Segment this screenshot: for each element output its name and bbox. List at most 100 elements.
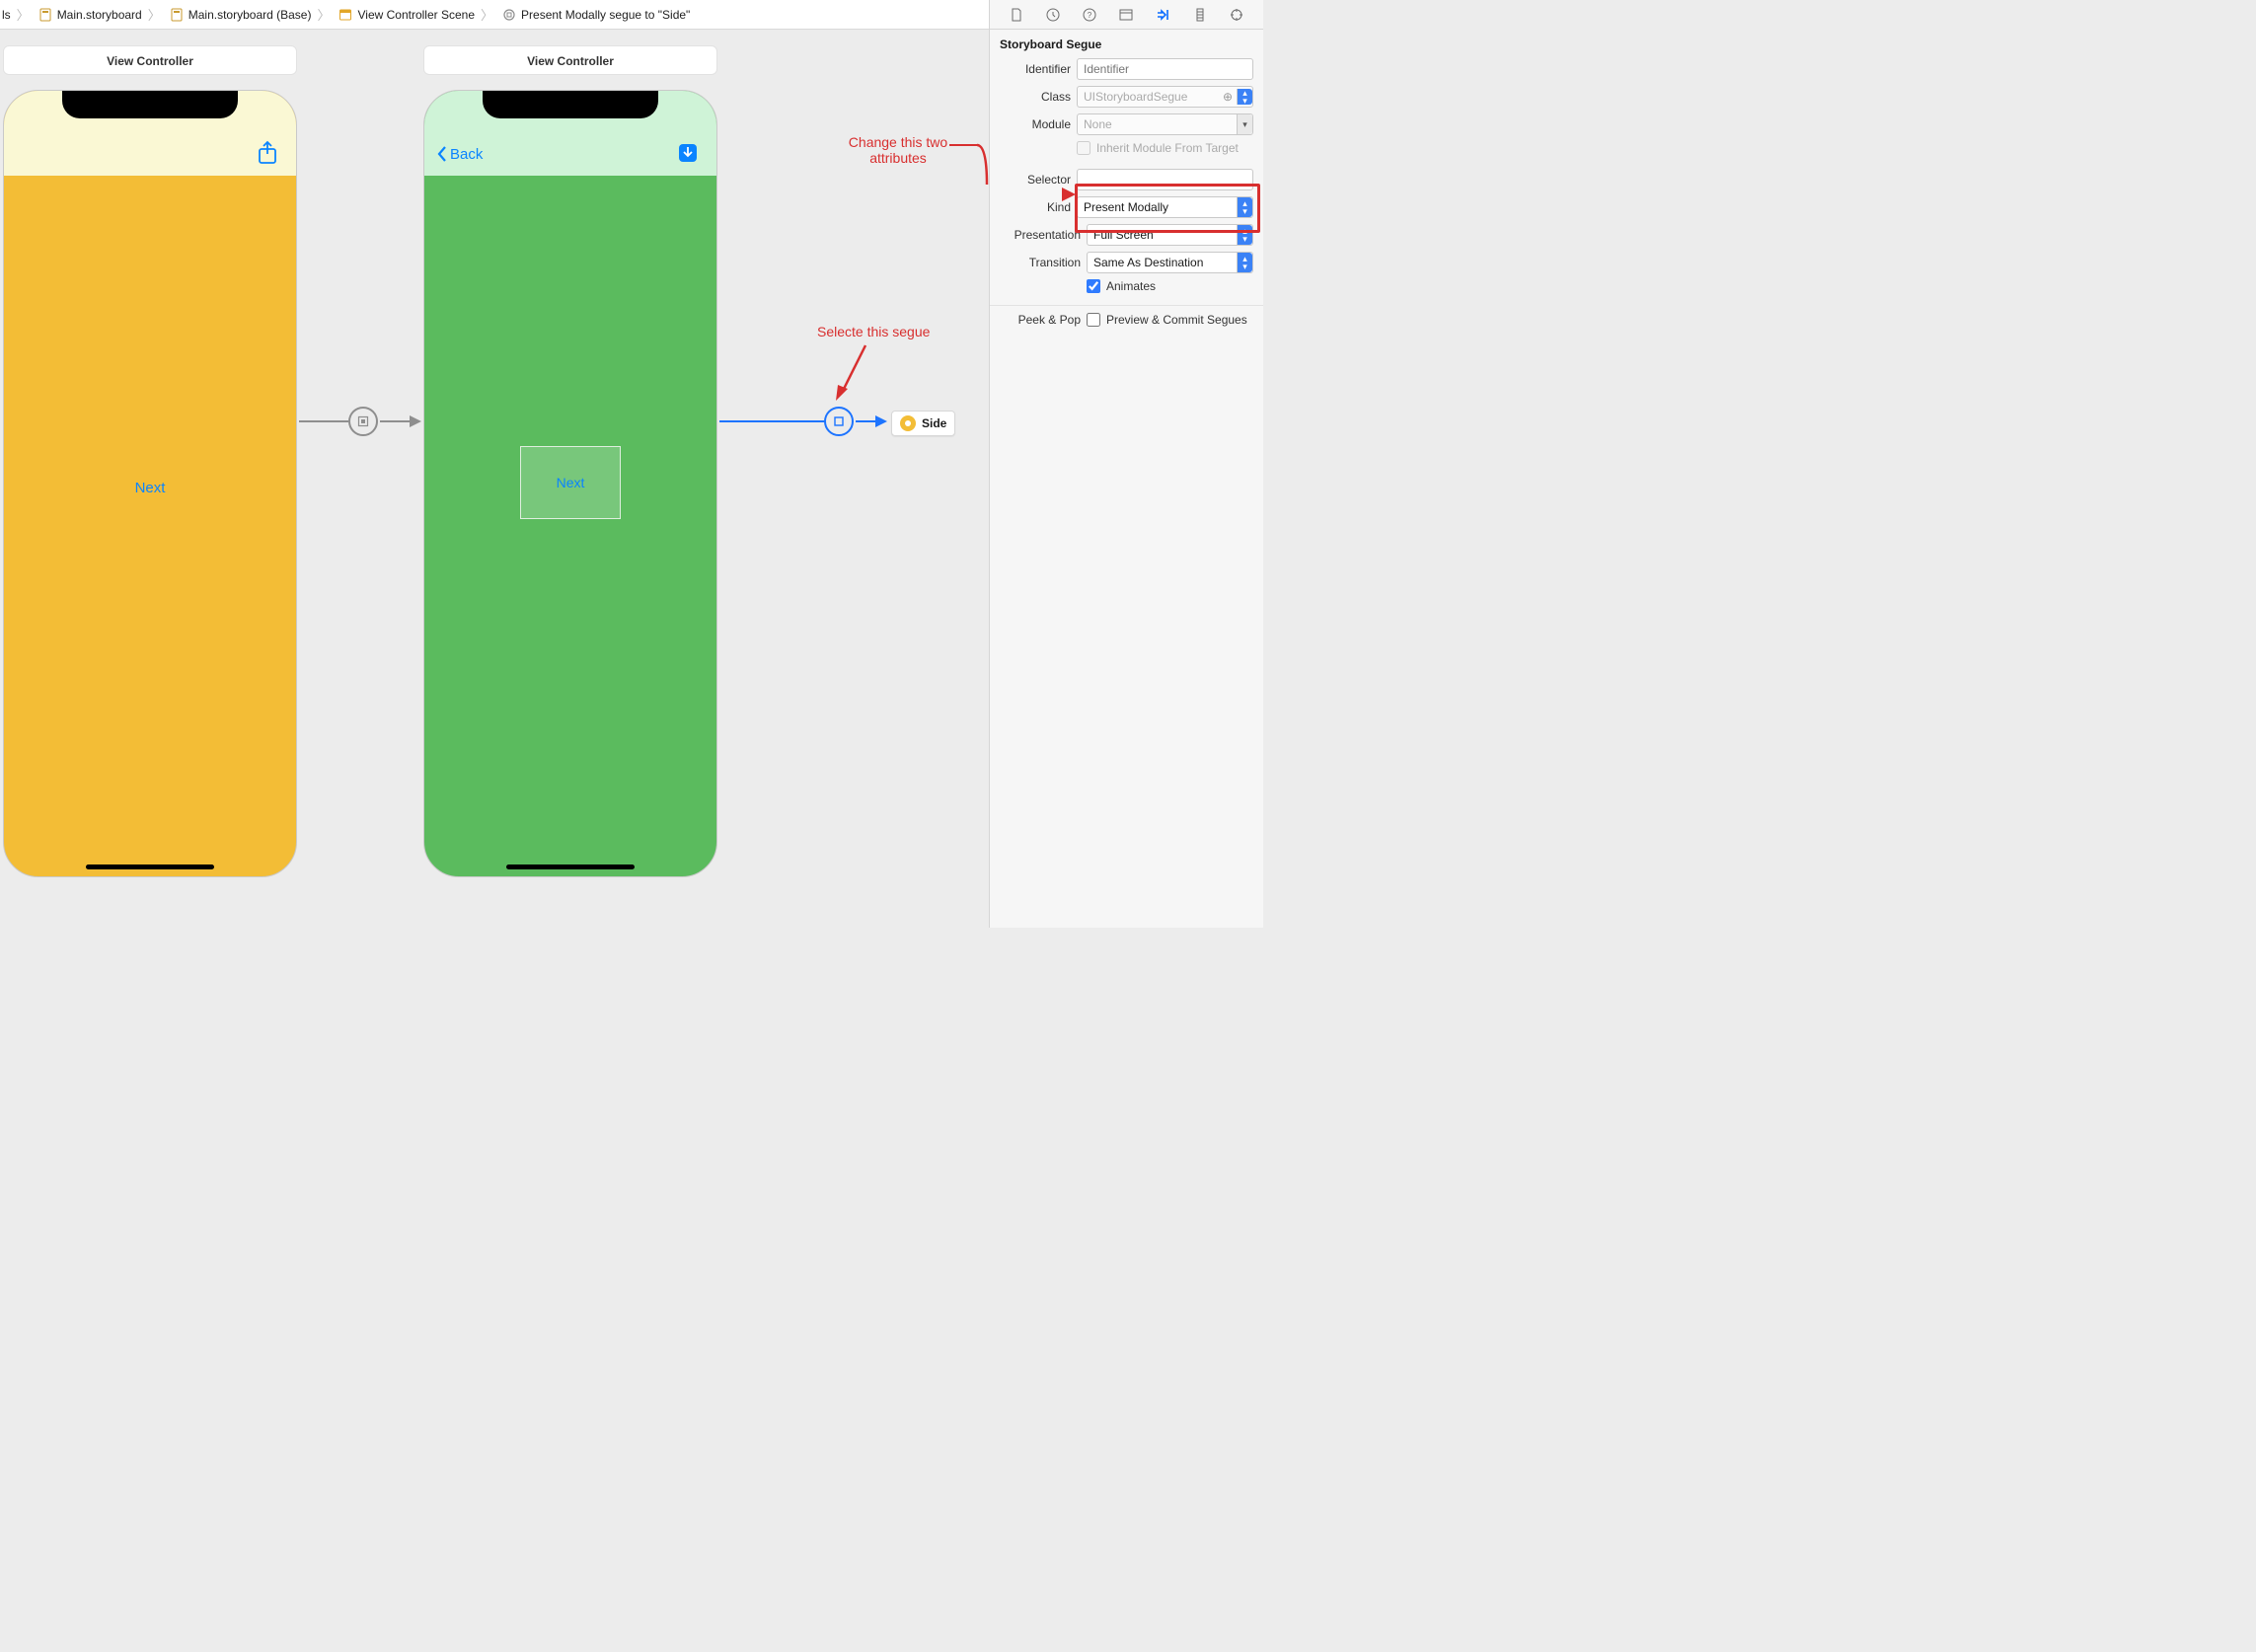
phone-notch <box>483 91 658 118</box>
class-value: UIStoryboardSegue <box>1084 90 1187 104</box>
crumb-label: View Controller Scene <box>357 8 475 22</box>
annotation-arrow-line <box>949 144 979 146</box>
crumb-main-storyboard[interactable]: Main.storyboard 〉 <box>36 5 165 24</box>
animates-checkbox-input[interactable] <box>1087 279 1100 293</box>
animates-label: Animates <box>1106 279 1156 293</box>
segue-arrowhead-selected <box>875 415 887 427</box>
share-icon[interactable] <box>257 140 278 169</box>
container-view[interactable]: Next <box>520 446 621 519</box>
identity-inspector-tab[interactable] <box>1114 3 1138 27</box>
segue-icon-selected[interactable] <box>824 407 854 436</box>
kind-value: Present Modally <box>1084 200 1168 214</box>
attributes-inspector-tab[interactable] <box>1152 3 1175 27</box>
animates-checkbox[interactable]: Animates <box>1087 279 1156 293</box>
crumb-ls[interactable]: ls 〉 <box>0 5 34 24</box>
segue-line-1 <box>299 420 348 422</box>
storyboard-canvas[interactable]: View Controller Next View Controller Bac… <box>0 30 989 928</box>
chevron-updown-icon: ▴▾ <box>1237 253 1252 272</box>
segue-line-selected-b <box>856 420 875 422</box>
transition-label: Transition <box>1000 256 1081 269</box>
peekpop-option-label: Preview & Commit Segues <box>1106 313 1247 327</box>
storyboard-reference-side[interactable]: Side <box>891 411 955 436</box>
inherit-checkbox-input[interactable] <box>1077 141 1090 155</box>
module-value: None <box>1084 117 1112 131</box>
field-kind: Kind Present Modally ▴▾ <box>990 193 1263 221</box>
chevron-updown-icon: ▴▾ <box>1237 89 1252 105</box>
chevron-right-icon: 〉 <box>146 5 163 24</box>
segue-icon-1[interactable] <box>348 407 378 436</box>
scene-icon <box>338 7 353 23</box>
chevron-right-icon: 〉 <box>315 5 332 24</box>
transition-value: Same As Destination <box>1093 256 1203 269</box>
circle-plus-icon[interactable]: ⊕ <box>1223 90 1233 104</box>
storyboard-file-icon <box>38 7 53 23</box>
crumb-label: Main.storyboard (Base) <box>188 8 312 22</box>
chevron-right-icon: 〉 <box>479 5 495 24</box>
back-label: Back <box>450 146 483 163</box>
selector-label: Selector <box>1000 173 1071 187</box>
inspector-section-title: Storyboard Segue <box>990 30 1263 55</box>
storyboard-file-icon <box>169 7 185 23</box>
file-inspector-tab[interactable] <box>1005 3 1028 27</box>
download-icon[interactable] <box>677 142 699 167</box>
home-indicator <box>86 864 214 869</box>
history-inspector-tab[interactable] <box>1041 3 1065 27</box>
segue-line-selected[interactable] <box>719 420 826 422</box>
crumb-label: ls <box>2 8 11 22</box>
view-controller-2[interactable]: View Controller Back Next <box>423 45 717 877</box>
crumb-label: Main.storyboard <box>57 8 142 22</box>
field-inherit: Inherit Module From Target <box>990 138 1263 158</box>
reference-label: Side <box>922 416 946 430</box>
size-inspector-tab[interactable] <box>1188 3 1212 27</box>
class-dropdown[interactable]: UIStoryboardSegue ⊕ ▴▾ <box>1077 86 1253 108</box>
field-module: Module None ▾ <box>990 111 1263 138</box>
crumb-scene[interactable]: View Controller Scene 〉 <box>336 5 497 24</box>
presentation-label: Presentation <box>1000 228 1081 242</box>
breadcrumbs: ls 〉 Main.storyboard 〉 Main.storyboard (… <box>0 5 692 24</box>
field-transition: Transition Same As Destination ▴▾ <box>990 249 1263 276</box>
field-presentation: Presentation Full Screen ▴▾ <box>990 221 1263 249</box>
home-indicator <box>506 864 635 869</box>
presentation-value: Full Screen <box>1093 228 1154 242</box>
peekpop-checkbox[interactable]: Preview & Commit Segues <box>1087 313 1247 327</box>
annotation-select-segue: Selecte this segue <box>817 324 930 339</box>
spacer <box>990 158 1263 166</box>
field-animates: Animates <box>990 276 1263 296</box>
vc-title-bar[interactable]: View Controller <box>423 45 717 75</box>
vc-title-bar[interactable]: View Controller <box>3 45 297 75</box>
connections-inspector-tab[interactable] <box>1225 3 1248 27</box>
crumb-label: Present Modally segue to "Side" <box>521 8 690 22</box>
chevron-updown-icon: ▾ <box>1237 114 1252 134</box>
inherit-checkbox[interactable]: Inherit Module From Target <box>1077 141 1239 155</box>
chevron-updown-icon: ▴▾ <box>1237 225 1252 245</box>
peekpop-checkbox-input[interactable] <box>1087 313 1100 327</box>
module-label: Module <box>1000 117 1071 131</box>
segue-arrowhead-1 <box>410 415 421 427</box>
chevron-right-icon: 〉 <box>15 5 32 24</box>
presentation-dropdown[interactable]: Full Screen ▴▾ <box>1087 224 1253 246</box>
help-inspector-tab[interactable]: ? <box>1078 3 1101 27</box>
crumb-main-storyboard-base[interactable]: Main.storyboard (Base) 〉 <box>167 5 335 24</box>
inspector-tabs: ? <box>990 0 1263 30</box>
view-controller-1[interactable]: View Controller Next <box>3 45 297 877</box>
field-class: Class UIStoryboardSegue ⊕ ▴▾ <box>990 83 1263 111</box>
container-label: Next <box>557 475 585 490</box>
module-dropdown[interactable]: None ▾ <box>1077 113 1253 135</box>
kind-dropdown[interactable]: Present Modally ▴▾ <box>1077 196 1253 218</box>
phone-notch <box>62 91 238 118</box>
inspector-panel: ? Storyboard Segue Identifier Class UISt… <box>989 0 1263 928</box>
svg-text:?: ? <box>1088 11 1092 20</box>
next-button[interactable]: Next <box>4 480 296 496</box>
crumb-segue[interactable]: Present Modally segue to "Side" <box>499 7 692 23</box>
class-label: Class <box>1000 90 1071 104</box>
segue-icon <box>501 7 517 23</box>
identifier-label: Identifier <box>1000 62 1071 76</box>
transition-dropdown[interactable]: Same As Destination ▴▾ <box>1087 252 1253 273</box>
selector-input[interactable] <box>1077 169 1253 190</box>
annotation-change-two: Change this two attributes <box>834 134 962 166</box>
back-button[interactable]: Back <box>436 145 483 163</box>
peekpop-label: Peek & Pop <box>1000 313 1081 327</box>
reference-badge-icon <box>900 415 916 431</box>
annotation-arrow-select <box>836 343 869 405</box>
identifier-input[interactable] <box>1077 58 1253 80</box>
